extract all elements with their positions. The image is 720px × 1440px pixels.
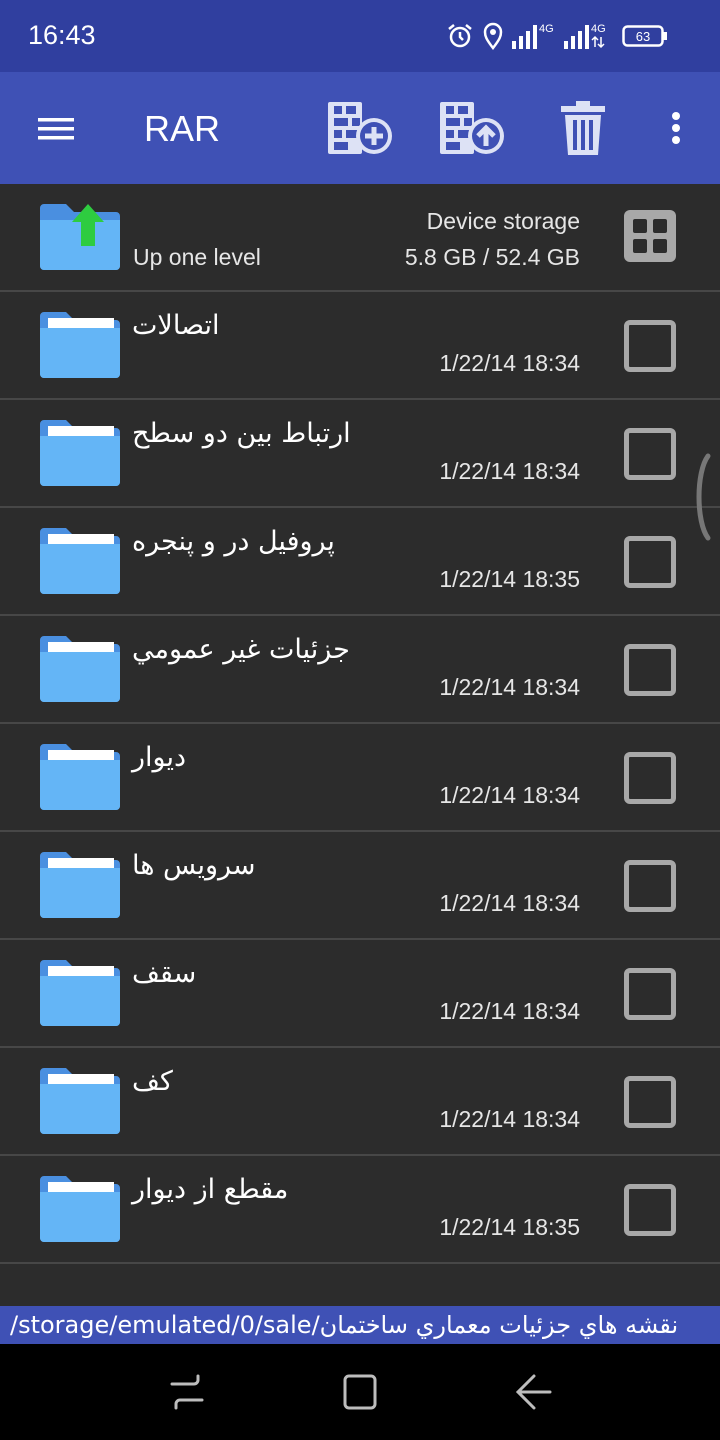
folder-name: ارتباط بین دو سطح xyxy=(132,418,351,449)
scroll-handle[interactable] xyxy=(688,452,716,542)
storage-value: 5.8 GB / 52.4 GB xyxy=(404,244,580,270)
select-checkbox[interactable] xyxy=(624,968,676,1020)
recents-button[interactable] xyxy=(162,1372,212,1412)
folder-row[interactable]: ارتباط بین دو سطح 1/22/14 18:34 xyxy=(0,400,720,508)
select-checkbox[interactable] xyxy=(624,428,676,480)
menu-button[interactable] xyxy=(36,108,76,148)
folder-row[interactable]: دیوار 1/22/14 18:34 xyxy=(0,724,720,832)
folder-icon xyxy=(40,1176,120,1242)
back-arrow-icon xyxy=(515,1374,552,1410)
folder-date: 1/22/14 18:34 xyxy=(439,890,580,916)
folder-name: جزئیات غیر عمومي xyxy=(132,634,350,665)
folder-icon xyxy=(40,1068,120,1134)
folder-row[interactable]: پروفیل در و پنجره 1/22/14 18:35 xyxy=(0,508,720,616)
add-to-archive-button[interactable] xyxy=(326,98,394,158)
folder-row[interactable]: جزئیات غیر عمومي 1/22/14 18:34 xyxy=(0,616,720,724)
grid-view-button[interactable] xyxy=(624,210,676,262)
archive-extract-icon xyxy=(440,102,504,154)
folder-date: 1/22/14 18:34 xyxy=(439,674,580,700)
delete-button[interactable] xyxy=(558,98,608,158)
trash-icon xyxy=(561,101,605,155)
select-checkbox[interactable] xyxy=(624,1184,676,1236)
select-checkbox[interactable] xyxy=(624,644,676,696)
folder-date: 1/22/14 18:35 xyxy=(439,1214,580,1240)
app-title: RAR xyxy=(144,108,221,149)
folder-icon xyxy=(40,744,120,810)
folder-name: پروفیل در و پنجره xyxy=(132,526,335,557)
home-square-icon xyxy=(343,1374,377,1410)
battery-level: 63 xyxy=(636,29,650,44)
status-time: 16:43 xyxy=(28,20,96,50)
menu-icon xyxy=(38,118,74,140)
location-icon xyxy=(483,22,503,50)
status-icons: 4G 4G 63 xyxy=(446,18,668,54)
status-bar: 16:43 4G 4G 63 xyxy=(0,0,720,72)
more-vert-icon xyxy=(672,112,680,144)
app-bar: RAR xyxy=(0,72,720,184)
folder-date: 1/22/14 18:34 xyxy=(439,782,580,808)
folder-name: کف xyxy=(132,1066,173,1097)
folder-date: 1/22/14 18:34 xyxy=(439,350,580,376)
network-type-label: 4G xyxy=(591,23,606,35)
navigation-bar xyxy=(0,1344,720,1440)
folder-row[interactable]: کف 1/22/14 18:34 xyxy=(0,1048,720,1156)
select-checkbox[interactable] xyxy=(624,536,676,588)
folder-name: دیوار xyxy=(132,742,187,773)
home-button[interactable] xyxy=(336,1372,386,1412)
folder-date: 1/22/14 18:34 xyxy=(439,998,580,1024)
current-path: /storage/emulated/0/sale/نقشه هاي جزئیات… xyxy=(0,1306,720,1344)
folder-icon xyxy=(40,420,120,486)
folder-row[interactable]: مقطع از دیوار 1/22/14 18:35 xyxy=(0,1156,720,1264)
select-checkbox[interactable] xyxy=(624,1076,676,1128)
select-checkbox[interactable] xyxy=(624,320,676,372)
storage-label: Device storage xyxy=(426,208,580,234)
signal-icon: 4G xyxy=(512,23,554,49)
battery-icon: 63 xyxy=(622,25,667,47)
more-options-button[interactable] xyxy=(662,108,690,148)
folder-icon xyxy=(40,960,120,1026)
folder-name: سقف xyxy=(132,958,197,989)
folder-name: سرویس ها xyxy=(132,850,256,881)
up-one-level-label: Up one level xyxy=(133,244,261,270)
folder-name: اتصالات xyxy=(132,310,220,341)
folder-icon xyxy=(40,528,120,594)
folder-icon xyxy=(40,852,120,918)
file-list: Up one level Device storage 5.8 GB / 52.… xyxy=(0,184,720,1264)
signal-icon: 4G xyxy=(564,23,606,49)
folder-date: 1/22/14 18:34 xyxy=(439,1106,580,1132)
select-checkbox[interactable] xyxy=(624,752,676,804)
folder-icon xyxy=(40,312,120,378)
archive-add-icon xyxy=(328,102,392,154)
folder-row[interactable]: اتصالات 1/22/14 18:34 xyxy=(0,292,720,400)
folder-up-icon xyxy=(40,204,120,270)
folder-row[interactable]: سرویس ها 1/22/14 18:34 xyxy=(0,832,720,940)
folder-date: 1/22/14 18:35 xyxy=(439,566,580,592)
folder-row[interactable]: سقف 1/22/14 18:34 xyxy=(0,940,720,1048)
alarm-icon xyxy=(448,24,472,48)
back-button[interactable] xyxy=(510,1372,560,1412)
recents-icon xyxy=(170,1374,204,1410)
select-checkbox[interactable] xyxy=(624,860,676,912)
folder-icon xyxy=(40,636,120,702)
folder-date: 1/22/14 18:34 xyxy=(439,458,580,484)
network-type-label: 4G xyxy=(539,23,554,35)
extract-button[interactable] xyxy=(438,98,506,158)
up-one-level-row[interactable]: Up one level Device storage 5.8 GB / 52.… xyxy=(0,184,720,292)
folder-name: مقطع از دیوار xyxy=(132,1174,289,1205)
